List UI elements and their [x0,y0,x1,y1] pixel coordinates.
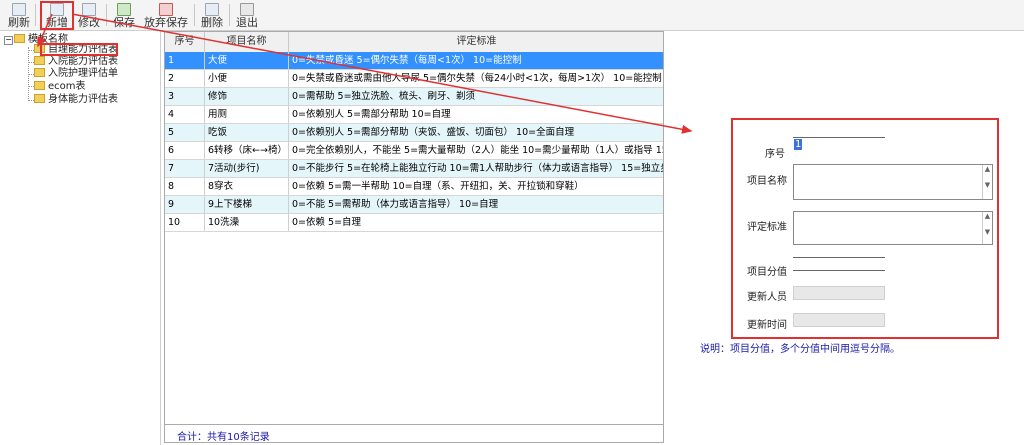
annotation-arrow [71,13,693,134]
annotation-arrow [37,13,53,48]
annotation-arrows [37,13,693,134]
